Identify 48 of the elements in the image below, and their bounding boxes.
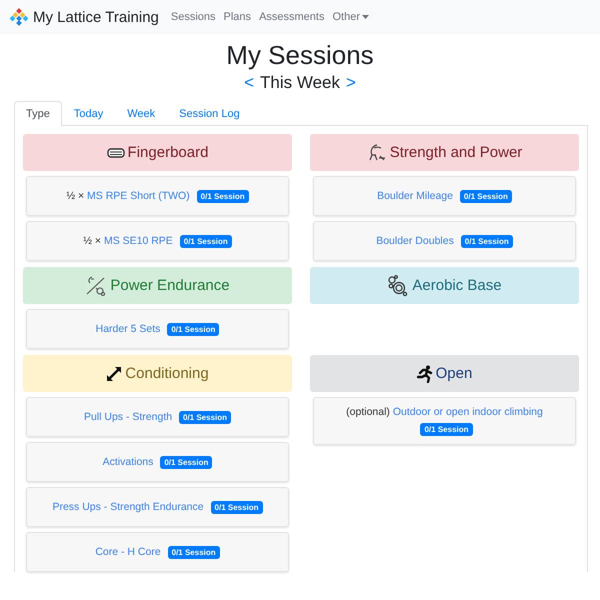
nav-link[interactable]: Assessments [259,11,324,23]
week-label: This Week [260,73,340,93]
session-link[interactable]: Outdoor or open indoor climbing [392,406,543,418]
category-title: Power Endurance [110,277,230,294]
session-count-badge: 0/1 Session [210,500,263,514]
session-link[interactable]: Boulder Mileage [377,190,453,202]
session-link[interactable]: Core - H Core [95,546,161,558]
session-count-badge: 0/1 Session [196,190,249,202]
session-link[interactable]: Press Ups - Strength Endurance [52,500,204,512]
nav-link[interactable]: Other [332,11,369,23]
next-week-link[interactable]: > [346,73,356,93]
session-prefix: ½ × [66,190,84,202]
session-prefix: ½ × [83,234,102,246]
previous-week-link[interactable]: < [244,73,254,93]
brand-link[interactable]: My Lattice Training [10,8,159,26]
session-link[interactable]: MS RPE Short (TWO) [87,190,190,202]
session-count-badge: 0/1 Session [180,234,232,248]
page-title: My Sessions [225,40,375,71]
tab[interactable]: Session Log [167,101,252,126]
tab[interactable]: Type [14,101,62,126]
session-count-badge: 0/1 Session [167,322,220,336]
session-link[interactable]: MS SE10 RPE [104,234,173,246]
session-link[interactable]: Activations [102,456,154,468]
running-person-icon [416,364,433,382]
session-link[interactable]: Boulder Doubles [376,234,454,246]
session-count-badge: 0/1 Session [179,410,232,424]
session-link[interactable]: Harder 5 Sets [96,322,160,334]
session-count-badge: 0/1 Session [420,423,473,436]
category-title: Conditioning [125,365,209,382]
expand-icon [106,366,122,382]
session-count-badge: 0/1 Session [160,456,212,468]
category-title: Fingerboard [128,144,208,161]
brand-name: My Lattice Training [33,8,159,26]
category-title: Strength and Power [390,144,522,161]
session-prefix: (optional) [346,406,390,418]
category-title: Open [436,365,472,382]
session-count-badge: 0/1 Session [168,546,220,558]
category-title: Aerobic Base [412,277,502,294]
session-count-badge: 0/1 Session [460,190,512,202]
logo-icon [10,8,28,26]
nav-link[interactable]: Sessions [170,11,216,23]
session-link[interactable]: Pull Ups - Strength [84,410,172,422]
fingerboard-icon [106,148,125,158]
session-count-badge: 0/1 Session [460,234,513,248]
bubbles-icon [387,274,410,296]
tab[interactable]: Today [62,101,116,126]
tab[interactable]: Week [115,101,168,126]
nav-link[interactable]: Plans [224,11,252,23]
